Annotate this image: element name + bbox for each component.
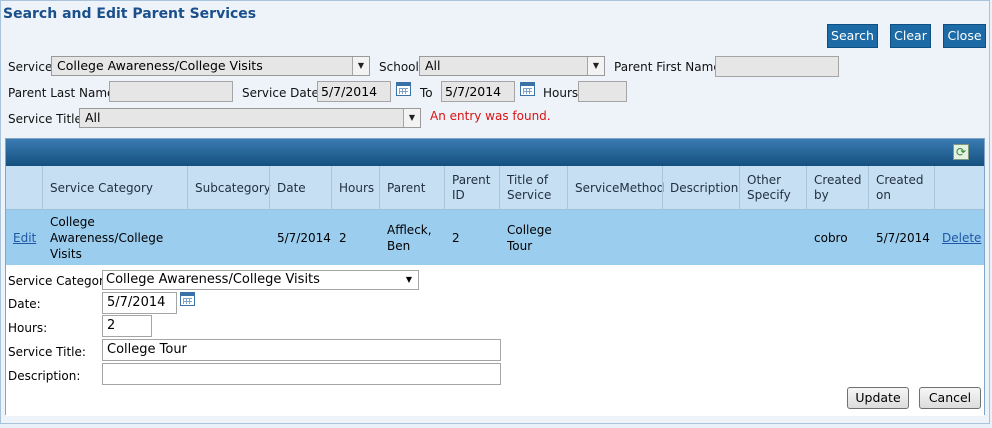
date-label: Date: — [8, 297, 41, 311]
search-button[interactable]: Search — [827, 24, 878, 48]
column-header[interactable]: Parent ID — [444, 166, 499, 210]
table-row[interactable]: Edit College Awareness/College Visits 5/… — [6, 210, 984, 265]
column-header[interactable]: Hours — [331, 166, 379, 210]
calendar-icon[interactable] — [520, 82, 535, 96]
service-label: Service — [8, 60, 53, 74]
service-select-value: College Awareness/College Visits — [57, 58, 263, 73]
parent-last-name-input[interactable] — [109, 81, 233, 102]
service-title-label: Service Title: — [8, 345, 86, 359]
service-category-select[interactable]: College Awareness/College Visits ▼ — [102, 270, 419, 290]
cell-created-on: 5/7/2014 — [876, 230, 930, 245]
column-header[interactable]: Created by — [806, 166, 868, 210]
parent-last-name-label: Parent Last Name — [8, 86, 115, 100]
status-message: An entry was found. — [430, 109, 551, 123]
hours-input[interactable]: 2 — [102, 315, 152, 337]
update-button[interactable]: Update — [847, 387, 909, 409]
chevron-down-icon: ▼ — [405, 275, 412, 284]
column-header[interactable]: Other Specify — [739, 166, 806, 210]
cell-subcategory — [188, 210, 270, 265]
column-header[interactable]: Title of Service — [499, 166, 567, 210]
service-title-select[interactable]: All ▼ — [79, 108, 421, 128]
parent-first-name-label: Parent First Name — [614, 60, 721, 74]
description-input[interactable] — [102, 363, 501, 385]
service-category-label: Service Category: — [8, 274, 115, 288]
refresh-icon[interactable]: ⟳ — [953, 144, 969, 160]
cell-description — [663, 210, 740, 265]
column-header[interactable]: Service Category — [42, 166, 187, 210]
school-select[interactable]: All ▼ — [419, 56, 605, 76]
chevron-down-icon: ▼ — [587, 57, 604, 75]
to-label: To — [420, 86, 433, 100]
description-label: Description: — [8, 369, 81, 383]
service-date-label: Service Date — [242, 86, 319, 100]
date-input[interactable]: 5/7/2014 — [102, 292, 177, 314]
cell-service-method — [568, 210, 663, 265]
edit-form: Service Category: College Awareness/Coll… — [6, 265, 984, 416]
cell-service-category: College Awareness/College Visits — [50, 214, 164, 261]
column-header[interactable]: Date — [269, 166, 331, 210]
school-label: School — [379, 60, 419, 74]
service-title-select-value: All — [85, 110, 101, 125]
cell-parent-id: 2 — [452, 230, 460, 245]
service-date-to-input[interactable]: 5/7/2014 — [441, 81, 515, 102]
service-date-from-input[interactable]: 5/7/2014 — [317, 81, 391, 102]
cell-title-of-service: College Tour — [507, 222, 552, 253]
clear-button[interactable]: Clear — [890, 24, 931, 48]
cell-hours: 2 — [339, 230, 347, 245]
cancel-button[interactable]: Cancel — [919, 387, 981, 409]
cell-other-specify — [740, 210, 807, 265]
grid-header: Service Category Subcategory Date Hours … — [6, 166, 984, 210]
cell-date: 5/7/2014 — [277, 230, 331, 245]
column-header[interactable]: Created on — [868, 166, 934, 210]
column-header-actions — [934, 166, 984, 210]
page-title: Search and Edit Parent Services — [3, 6, 257, 22]
cell-created-by: cobro — [814, 230, 848, 245]
hours-input[interactable] — [578, 81, 627, 102]
hours-label: Hours: — [8, 321, 48, 335]
close-button[interactable]: Close — [943, 24, 986, 48]
calendar-icon[interactable] — [180, 292, 195, 306]
service-title-label: Service Title — [8, 112, 82, 126]
calendar-icon[interactable] — [396, 82, 411, 96]
service-title-input[interactable]: College Tour — [102, 339, 501, 361]
chevron-down-icon: ▼ — [352, 57, 369, 75]
cell-parent: Affleck, Ben — [387, 222, 432, 253]
edit-link[interactable]: Edit — [13, 230, 36, 246]
column-header[interactable]: Subcategory — [187, 166, 271, 210]
column-header[interactable]: Parent — [379, 166, 444, 210]
service-category-value: College Awareness/College Visits — [106, 272, 320, 287]
service-select[interactable]: College Awareness/College Visits ▼ — [51, 56, 370, 76]
grid-toolbar: ⟳ — [6, 139, 984, 166]
hours-label: Hours — [543, 86, 579, 100]
services-grid: ⟳ Service Category Subcategory Date Hour… — [5, 138, 985, 416]
parent-first-name-input[interactable] — [715, 56, 839, 77]
delete-link[interactable]: Delete — [942, 230, 981, 246]
school-select-value: All — [425, 58, 441, 73]
column-header[interactable]: Description — [662, 166, 739, 210]
column-header[interactable]: ServiceMethod — [567, 166, 664, 210]
chevron-down-icon: ▼ — [403, 109, 420, 127]
